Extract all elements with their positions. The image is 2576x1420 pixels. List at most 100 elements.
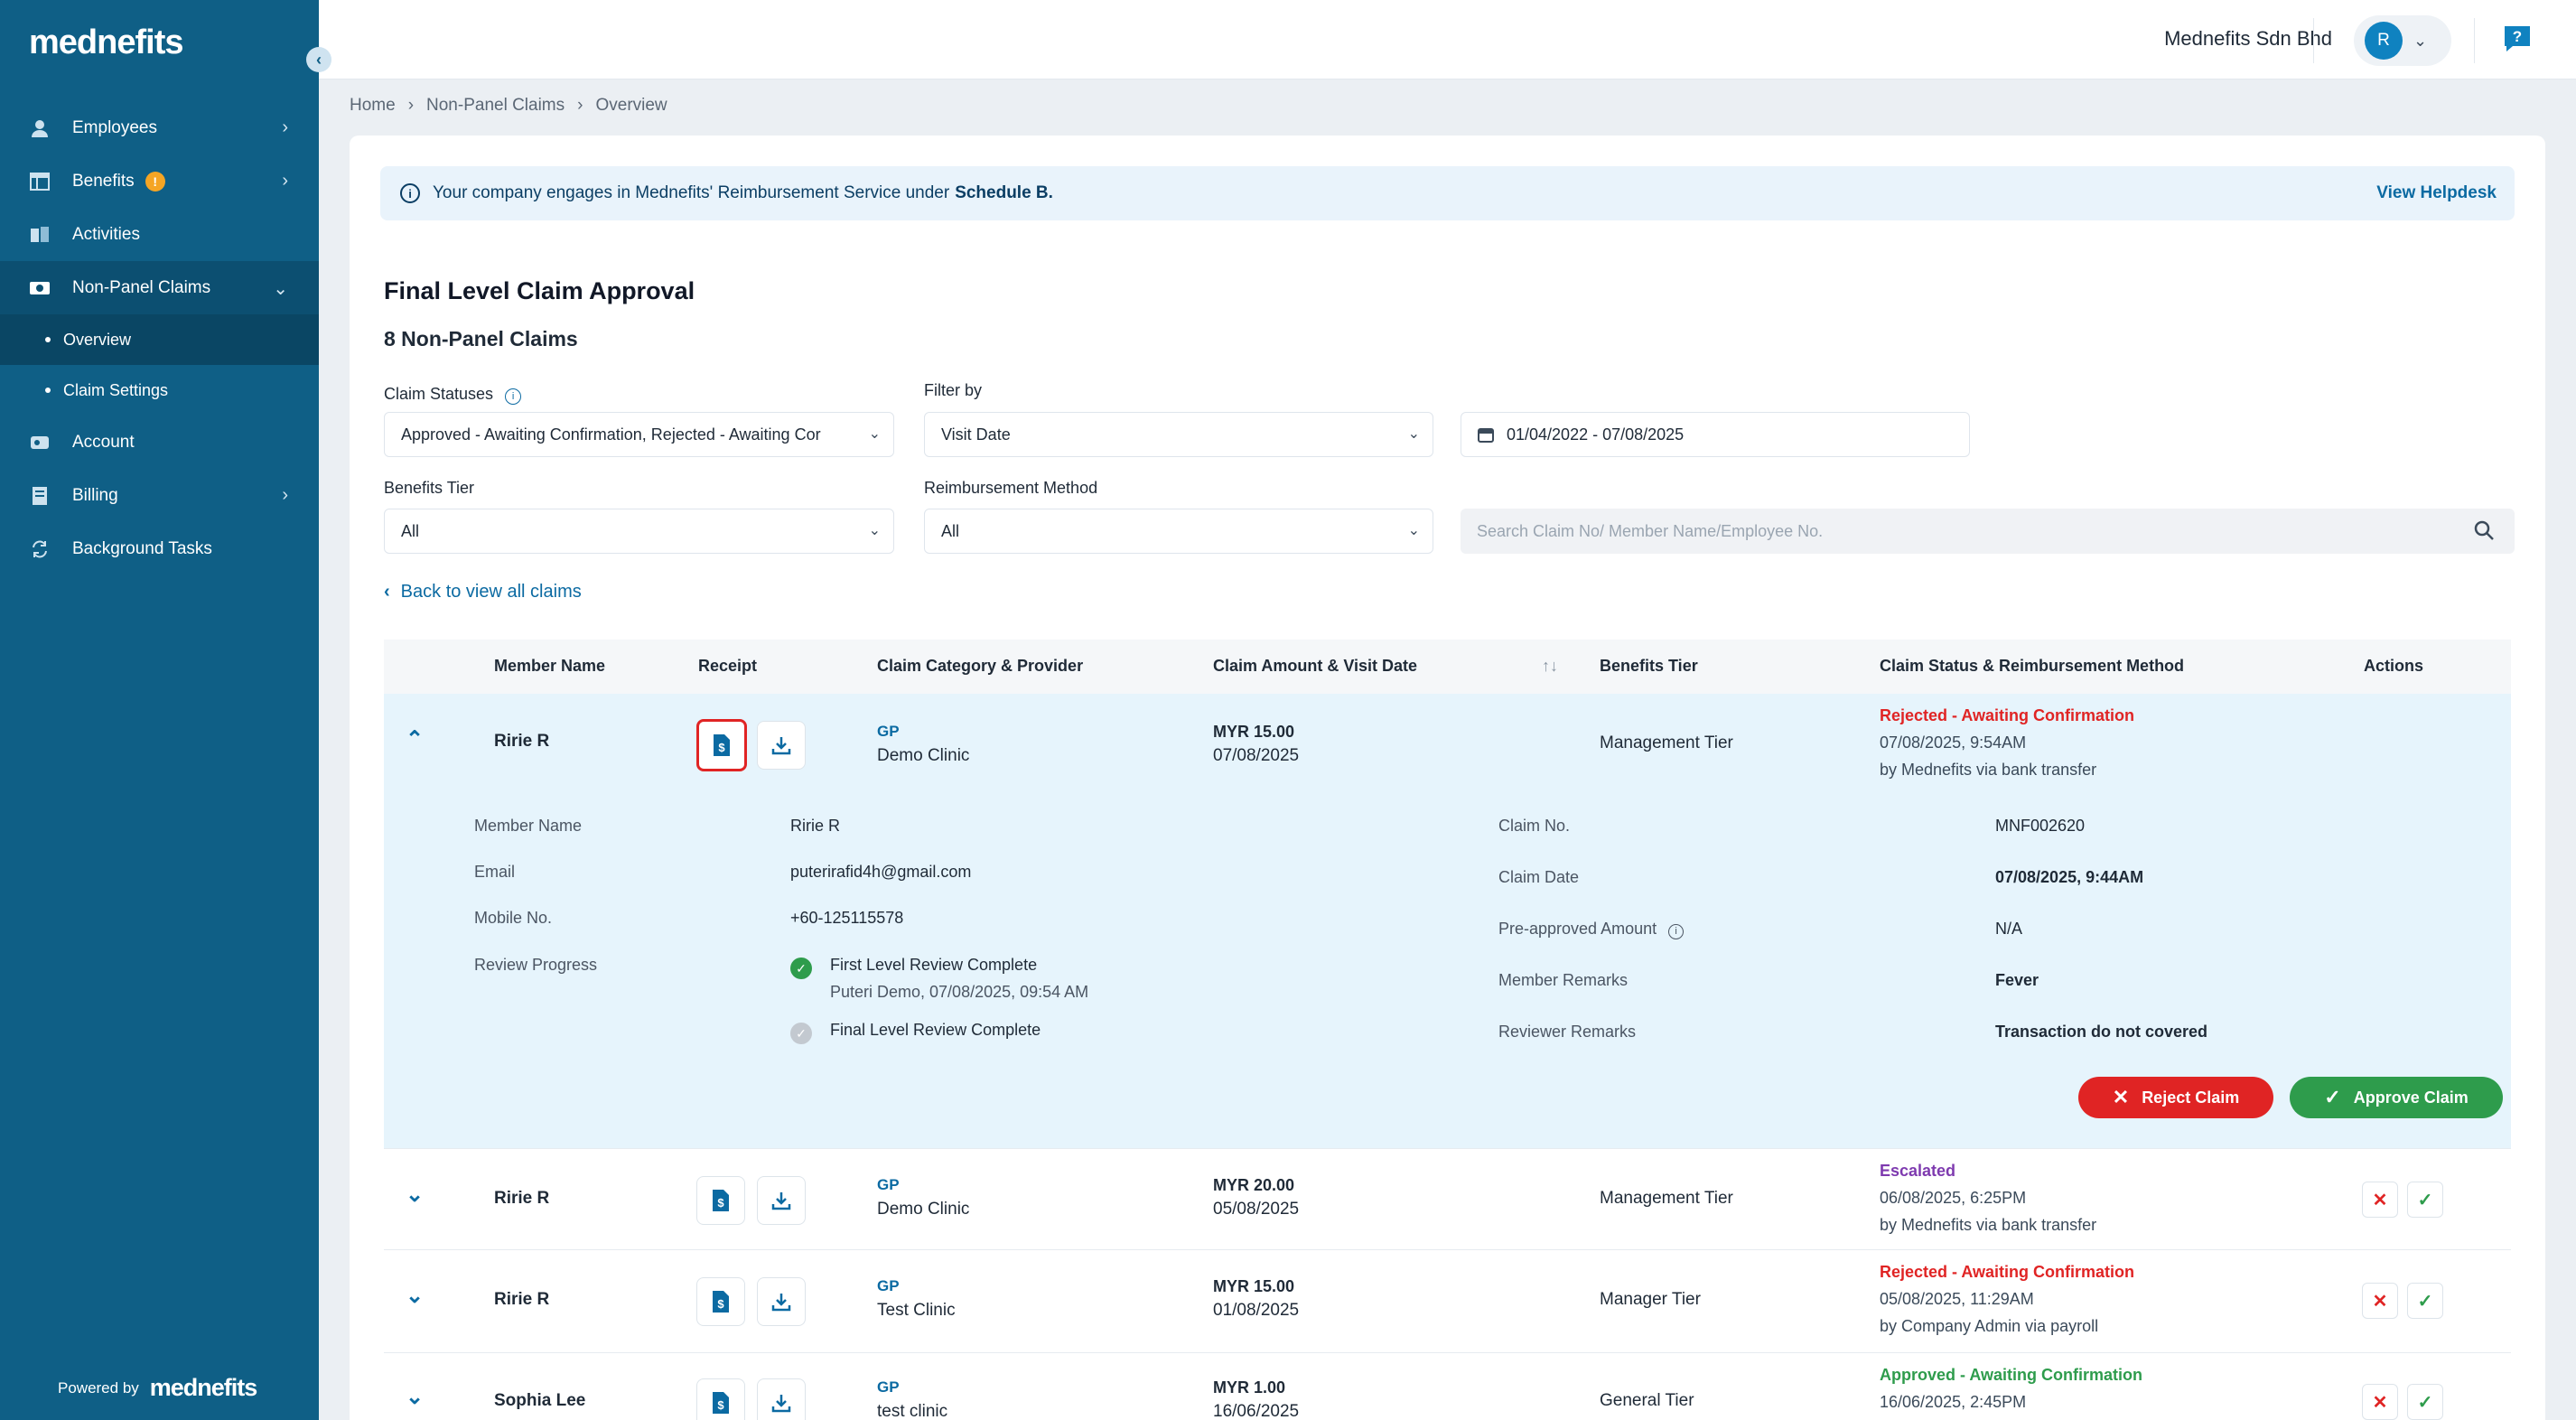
- reject-icon-button[interactable]: ✕: [2362, 1283, 2398, 1319]
- chevron-down-icon: ⌄: [1407, 426, 1420, 442]
- label-text: Claim Statuses: [384, 385, 494, 403]
- download-icon: [771, 737, 791, 755]
- info-icon: i: [1668, 923, 1685, 939]
- svg-text:$: $: [718, 741, 725, 754]
- reject-icon-button[interactable]: ✕: [2362, 1182, 2398, 1218]
- sidebar-item-non-panel-claims[interactable]: Non-Panel Claims ⌄: [0, 261, 319, 314]
- banner-text: Your company engages in Mednefits' Reimb…: [433, 183, 950, 202]
- sidebar-item-billing[interactable]: Billing ›: [0, 469, 319, 522]
- sidebar-collapse-button[interactable]: ‹: [306, 47, 331, 72]
- sort-icon[interactable]: ↑↓: [1542, 657, 1558, 676]
- sidebar-item-label: Non-Panel Claims: [72, 277, 211, 297]
- view-receipt-button[interactable]: $: [696, 1378, 745, 1420]
- claim-statuses-select[interactable]: Approved - Awaiting Confirmation, Reject…: [384, 412, 894, 457]
- sidebar-item-employees[interactable]: Employees ›: [0, 101, 319, 154]
- claim-status: Rejected - Awaiting Confirmation: [1880, 706, 2135, 724]
- chevron-down-icon[interactable]: ⌄: [406, 1283, 424, 1309]
- detail-label: Member Name: [474, 817, 583, 835]
- powered-by: Powered by mednefits: [58, 1374, 257, 1402]
- view-receipt-button[interactable]: $: [696, 1277, 745, 1326]
- bullet-icon: [45, 337, 51, 342]
- help-icon[interactable]: ?: [2502, 23, 2533, 54]
- chevron-right-icon: ›: [282, 485, 288, 505]
- download-receipt-button[interactable]: [757, 1378, 806, 1420]
- view-receipt-button[interactable]: $: [696, 1176, 745, 1225]
- filter-by-value: Visit Date: [941, 425, 1011, 444]
- money-icon: [29, 277, 51, 299]
- benefits-tier: Management Tier: [1600, 733, 1733, 752]
- reject-claim-button[interactable]: ✕ Reject Claim: [2078, 1077, 2273, 1118]
- detail-label: Claim Date: [1498, 868, 1580, 886]
- table-row: ⌄ Sophia Lee $ GP test clinic MYR 1.00 1…: [384, 1353, 2511, 1420]
- member-name: Ririe R: [494, 1189, 550, 1208]
- download-receipt-button[interactable]: [757, 721, 806, 770]
- reject-icon-button[interactable]: ✕: [2362, 1384, 2398, 1420]
- claim-category: GP: [877, 1176, 900, 1193]
- breadcrumb-home[interactable]: Home: [350, 96, 396, 116]
- approve-label: Approve Claim: [2353, 1088, 2469, 1107]
- activities-icon: [29, 224, 51, 246]
- date-range-picker[interactable]: 01/04/2022 - 07/08/2025: [1461, 412, 1970, 457]
- filter-by-select[interactable]: Visit Date ⌄: [924, 412, 1433, 457]
- detail-preapproved: N/A: [1995, 920, 2023, 938]
- svg-text:$: $: [717, 1196, 724, 1210]
- approve-icon-button[interactable]: ✓: [2407, 1283, 2443, 1319]
- claim-amount: MYR 15.00: [1213, 723, 1295, 741]
- search-input[interactable]: Search Claim No/ Member Name/Employee No…: [1461, 509, 2515, 554]
- chevron-down-icon: ⌄: [2413, 31, 2428, 50]
- chevron-down-icon[interactable]: ⌄: [406, 1182, 424, 1208]
- receipt-icon: $: [713, 1190, 729, 1211]
- chevron-down-icon: ⌄: [868, 523, 881, 538]
- filter-by-label: Filter by: [924, 381, 983, 399]
- chevron-down-icon: ⌄: [273, 279, 288, 299]
- back-link-text: Back to view all claims: [400, 582, 582, 602]
- sidebar-item-background-tasks[interactable]: Background Tasks: [0, 522, 319, 575]
- chevron-down-icon: ⌄: [868, 426, 881, 442]
- sidebar-item-account[interactable]: Account: [0, 416, 319, 469]
- reimbursement-method: by Company Admin via payroll: [1880, 1317, 2099, 1335]
- visit-date: 07/08/2025: [1213, 746, 1300, 765]
- person-icon: [29, 117, 51, 139]
- reimbursement-method-value: All: [941, 521, 960, 540]
- sidebar-item-activities[interactable]: Activities: [0, 208, 319, 261]
- company-name: Mednefits Sdn Bhd: [2164, 27, 2332, 50]
- member-name: Ririe R: [494, 1290, 550, 1309]
- detail-label: Member Remarks: [1498, 971, 1629, 989]
- claim-status: Escalated: [1880, 1162, 1956, 1180]
- user-menu[interactable]: R ⌄: [2354, 15, 2451, 66]
- benefits-tier: Management Tier: [1600, 1189, 1733, 1208]
- divider: [2313, 18, 2314, 63]
- review-step-1-meta: Puteri Demo, 07/08/2025, 09:54 AM: [830, 983, 1089, 1001]
- sidebar-subitem-claim-settings[interactable]: Claim Settings: [0, 365, 319, 416]
- download-receipt-button[interactable]: [757, 1277, 806, 1326]
- refresh-icon: [29, 538, 51, 560]
- view-receipt-button[interactable]: $: [696, 719, 747, 771]
- claim-status: Rejected - Awaiting Confirmation: [1880, 1263, 2135, 1281]
- status-date: 16/06/2025, 2:45PM: [1880, 1393, 2027, 1411]
- breadcrumb-non-panel-claims[interactable]: Non-Panel Claims: [426, 96, 565, 116]
- reject-label: Reject Claim: [2142, 1088, 2240, 1107]
- mednefits-logo: mednefits: [29, 23, 183, 61]
- approve-claim-button[interactable]: ✓ Approve Claim: [2290, 1077, 2503, 1118]
- check-complete-icon: ✓: [790, 958, 812, 979]
- search-icon[interactable]: [2473, 519, 2495, 546]
- reimbursement-method-select[interactable]: All ⌄: [924, 509, 1433, 554]
- table-icon: [29, 171, 51, 192]
- benefits-tier: General Tier: [1600, 1391, 1694, 1410]
- approve-icon-button[interactable]: ✓: [2407, 1182, 2443, 1218]
- detail-claim-date: 07/08/2025, 9:44AM: [1995, 868, 2144, 886]
- table-row: ⌄ Ririe R $ GP Demo Clinic MYR 20.00 05/…: [384, 1149, 2511, 1250]
- download-receipt-button[interactable]: [757, 1176, 806, 1225]
- sidebar-subitem-overview[interactable]: Overview: [0, 314, 319, 365]
- chevron-up-icon[interactable]: ⌃: [406, 726, 424, 752]
- svg-text:$: $: [717, 1398, 724, 1412]
- chevron-down-icon[interactable]: ⌄: [406, 1384, 424, 1410]
- detail-label: Email: [474, 863, 516, 881]
- benefits-tier-select[interactable]: All ⌄: [384, 509, 894, 554]
- col-member-name[interactable]: Member Name: [494, 657, 605, 676]
- back-to-all-claims-link[interactable]: ‹ Back to view all claims: [384, 582, 582, 603]
- view-helpdesk-link[interactable]: View Helpdesk: [2376, 183, 2497, 203]
- breadcrumb-separator-icon: ›: [407, 96, 415, 115]
- approve-icon-button[interactable]: ✓: [2407, 1384, 2443, 1420]
- sidebar-item-benefits[interactable]: Benefits ! ›: [0, 154, 319, 208]
